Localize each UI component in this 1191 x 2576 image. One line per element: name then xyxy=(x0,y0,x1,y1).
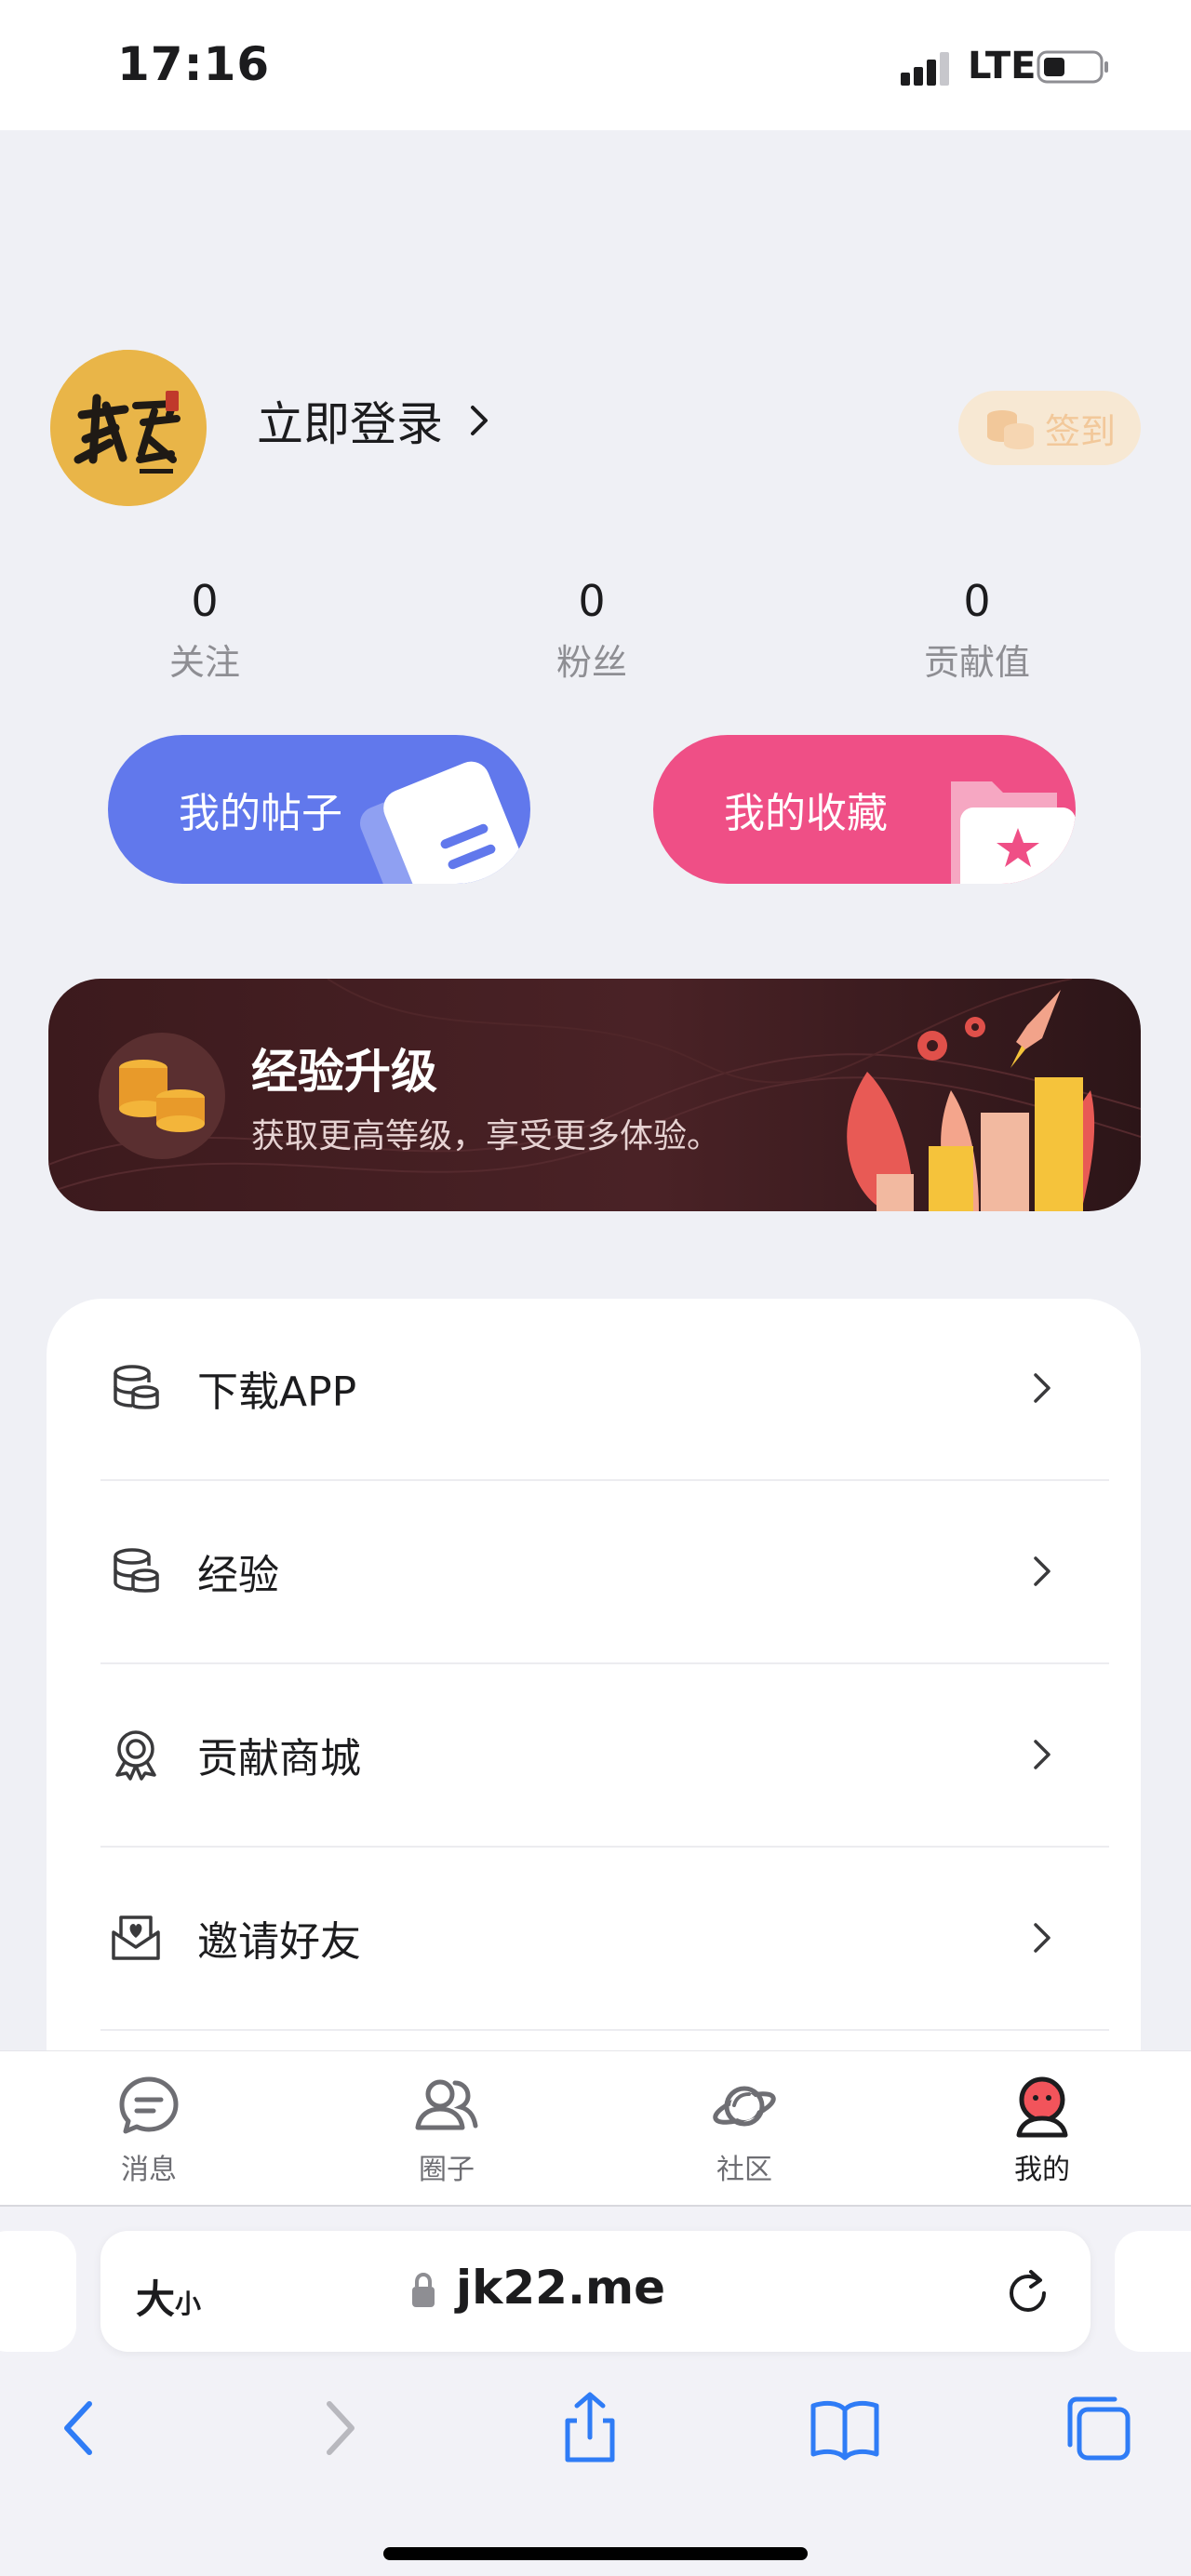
banner-title: 经验升级 xyxy=(251,1045,437,1099)
stat-value: 0 xyxy=(191,576,219,626)
menu-item-experience[interactable]: 经验 xyxy=(54,1480,1109,1662)
address-bar[interactable]: 大小 jk22.me xyxy=(100,2231,1091,2352)
text-size-big: 大 xyxy=(136,2276,176,2322)
database-icon xyxy=(114,1365,159,1409)
menu-item-label: 贡献商城 xyxy=(197,1735,361,1782)
app-logo xyxy=(50,350,207,506)
database-icon xyxy=(114,1548,159,1593)
reload-icon[interactable] xyxy=(1003,2268,1053,2318)
stat-value: 0 xyxy=(963,576,991,626)
menu-item-download-app[interactable]: 下载APP xyxy=(54,1297,1109,1479)
signin-label: 签到 xyxy=(1044,410,1116,452)
tab-label: 圈子 xyxy=(419,2154,475,2186)
stat-label: 粉丝 xyxy=(555,642,627,683)
login-label: 立即登录 xyxy=(257,397,443,451)
my-posts-button[interactable]: 我的帖子 xyxy=(108,735,530,884)
home-indicator[interactable] xyxy=(383,2547,808,2560)
tab-circles[interactable]: 圈子 xyxy=(372,2072,521,2187)
my-posts-label: 我的帖子 xyxy=(179,790,342,837)
menu-item-label: 经验 xyxy=(197,1552,279,1599)
menu-item-label: 邀请好友 xyxy=(197,1918,361,1966)
exp-upgrade-banner[interactable]: 经验升级 获取更高等级，享受更多体验。 xyxy=(48,979,1141,1211)
my-favorites-label: 我的收藏 xyxy=(724,790,888,837)
next-tab-peek[interactable] xyxy=(1115,2231,1191,2352)
tabs-icon[interactable] xyxy=(1059,2389,1137,2467)
my-favorites-button[interactable]: 我的收藏 xyxy=(653,735,1076,884)
cellular-signal-icon xyxy=(901,52,949,86)
stat-label: 关注 xyxy=(168,642,240,683)
back-icon[interactable] xyxy=(41,2389,119,2467)
text-size-small: 小 xyxy=(175,2289,202,2319)
battery-icon xyxy=(1037,50,1108,84)
menu-item-contribution-mall[interactable]: 贡献商城 xyxy=(54,1663,1109,1846)
mail-heart-icon xyxy=(112,1915,160,1960)
document-icon xyxy=(359,761,525,884)
bookmarks-icon[interactable] xyxy=(806,2389,884,2467)
coins-icon xyxy=(986,410,1034,449)
banner-subtitle: 获取更高等级，享受更多体验。 xyxy=(251,1117,721,1155)
chevron-right-icon xyxy=(1034,1923,1050,1953)
coins-stack-icon xyxy=(99,1033,225,1159)
menu-divider xyxy=(100,2029,1109,2031)
chevron-right-icon xyxy=(471,406,488,435)
award-badge-icon xyxy=(115,1730,156,1781)
folder-star-icon xyxy=(951,781,1076,884)
stat-contribution[interactable]: 0 贡献值 xyxy=(875,567,1079,690)
signin-button[interactable]: 签到 xyxy=(958,391,1141,465)
stat-followers[interactable]: 0 粉丝 xyxy=(489,567,694,690)
previous-tab-peek[interactable] xyxy=(0,2231,76,2352)
chevron-right-icon xyxy=(1034,1373,1050,1403)
url-text: jk22.me xyxy=(456,2261,665,2315)
menu-item-invite-friends[interactable]: 邀请好友 xyxy=(54,1847,1109,2029)
browser-toolbar: 大小 jk22.me xyxy=(0,2205,1191,2576)
text-size-button[interactable]: 大小 xyxy=(136,2268,201,2325)
network-type: LTE xyxy=(968,45,1037,87)
stat-label: 贡献值 xyxy=(923,642,1030,683)
planet-icon xyxy=(713,2086,776,2127)
tab-label: 社区 xyxy=(716,2154,772,2186)
chevron-right-icon xyxy=(1034,1556,1050,1586)
chat-bubble-icon xyxy=(119,2076,179,2134)
tab-community[interactable]: 社区 xyxy=(670,2072,819,2187)
tab-messages[interactable]: 消息 xyxy=(74,2072,223,2187)
menu-item-label: 下载APP xyxy=(197,1368,357,1416)
tab-label: 消息 xyxy=(121,2154,177,2186)
login-link[interactable]: 立即登录 xyxy=(257,383,493,458)
status-time: 17:16 xyxy=(117,37,271,91)
tab-mine[interactable]: 我的 xyxy=(968,2072,1117,2187)
stat-following[interactable]: 0 关注 xyxy=(102,567,307,690)
lock-icon xyxy=(412,2272,435,2307)
chevron-right-icon xyxy=(1034,1740,1050,1769)
tab-bar: 消息 圈子 社区 我的 xyxy=(0,2050,1191,2205)
stat-value: 0 xyxy=(578,576,606,626)
share-icon[interactable] xyxy=(551,2389,629,2467)
rocket-chart-icon xyxy=(847,990,1095,1211)
avatar[interactable] xyxy=(50,350,207,506)
status-bar: 17:16 LTE xyxy=(0,0,1191,130)
tab-label: 我的 xyxy=(1014,2154,1070,2186)
users-icon xyxy=(415,2079,478,2130)
profile-face-icon xyxy=(1016,2076,1068,2138)
forward-icon[interactable] xyxy=(300,2389,378,2467)
